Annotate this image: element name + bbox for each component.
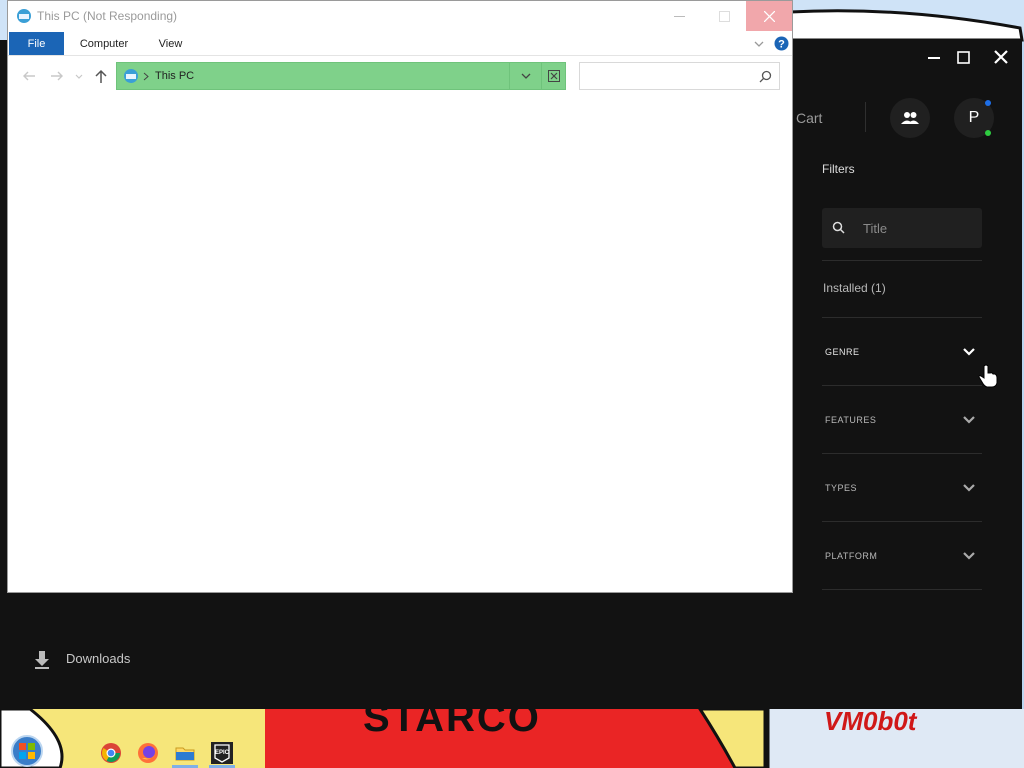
epic-minimize-button[interactable] — [923, 46, 945, 68]
header-divider — [865, 102, 866, 132]
address-bar[interactable]: This PC — [116, 62, 566, 90]
search-icon — [759, 70, 772, 83]
epic-maximize-button[interactable] — [952, 46, 974, 68]
chevron-down-icon[interactable] — [961, 344, 977, 360]
chevron-down-icon[interactable] — [961, 412, 977, 428]
filter-divider — [822, 589, 982, 590]
this-pc-icon — [17, 9, 31, 23]
tab-view[interactable]: View — [148, 32, 193, 55]
maximize-icon — [956, 50, 970, 64]
back-arrow-icon[interactable] — [21, 68, 37, 84]
firefox-icon[interactable] — [137, 742, 159, 764]
start-orb-icon[interactable] — [10, 734, 44, 768]
chrome-icon[interactable] — [100, 742, 122, 764]
help-icon[interactable]: ? — [774, 36, 789, 51]
address-text: This PC — [155, 70, 195, 82]
forward-arrow-icon[interactable] — [49, 68, 65, 84]
svg-text:EPIC: EPIC — [215, 750, 230, 756]
platform-filter[interactable]: PLATFORM — [825, 551, 877, 561]
avatar-initial: P — [968, 109, 980, 126]
window-title: This PC (Not Responding) — [37, 9, 178, 23]
notification-dot — [985, 100, 991, 106]
epic-games-icon[interactable]: EPIC — [211, 742, 233, 764]
svg-text:?: ? — [778, 39, 785, 51]
types-filter[interactable]: TYPES — [825, 483, 857, 493]
hand-cursor-icon — [978, 364, 998, 388]
features-filter[interactable]: FEATURES — [825, 415, 876, 425]
filter-divider — [822, 521, 982, 522]
explorer-minimize-button[interactable] — [656, 1, 702, 31]
friends-button[interactable] — [890, 98, 930, 138]
search-icon — [832, 221, 845, 234]
close-icon — [994, 50, 1008, 64]
recent-locations-icon[interactable] — [74, 68, 84, 84]
epic-close-button[interactable] — [990, 46, 1012, 68]
stop-button[interactable] — [541, 63, 566, 89]
maximize-icon — [718, 10, 730, 22]
minimize-icon — [673, 15, 685, 17]
expand-ribbon-icon[interactable] — [753, 38, 765, 50]
filter-divider — [822, 260, 982, 261]
download-icon — [35, 651, 49, 669]
friends-icon — [901, 112, 919, 124]
chevron-right-icon — [143, 72, 149, 81]
address-history-dropdown[interactable] — [509, 63, 542, 89]
ribbon-divider — [8, 55, 792, 56]
title-filter-placeholder: Title — [863, 221, 888, 236]
up-arrow-icon[interactable] — [93, 68, 109, 84]
genre-filter[interactable]: GENRE — [825, 347, 860, 357]
explorer-close-button[interactable] — [746, 1, 792, 31]
online-status-dot — [985, 130, 991, 136]
explorer-maximize-button[interactable] — [701, 1, 747, 31]
search-box[interactable] — [579, 62, 780, 90]
vm-watermark-text: VM0b0t — [824, 706, 917, 736]
file-list-area[interactable] — [8, 93, 792, 592]
filter-divider — [822, 385, 982, 386]
filter-divider — [822, 317, 982, 318]
installed-filter[interactable]: Installed (1) — [823, 281, 886, 295]
title-filter-input[interactable]: Title — [822, 208, 982, 248]
chevron-down-icon[interactable] — [961, 548, 977, 564]
file-explorer-window: This PC (Not Responding) File Computer V… — [7, 0, 793, 593]
chevron-down-icon — [521, 73, 531, 79]
downloads-link[interactable]: Downloads — [66, 651, 130, 666]
close-icon — [763, 10, 775, 22]
file-explorer-icon[interactable] — [174, 742, 196, 764]
tab-file[interactable]: File — [9, 32, 64, 55]
close-icon — [548, 70, 560, 82]
cart-link[interactable]: Cart — [796, 110, 822, 126]
filter-divider — [822, 453, 982, 454]
filters-heading: Filters — [822, 162, 855, 176]
minimize-icon — [928, 57, 940, 59]
chevron-down-icon[interactable] — [961, 480, 977, 496]
tab-computer[interactable]: Computer — [70, 32, 138, 55]
this-pc-icon — [124, 69, 138, 83]
